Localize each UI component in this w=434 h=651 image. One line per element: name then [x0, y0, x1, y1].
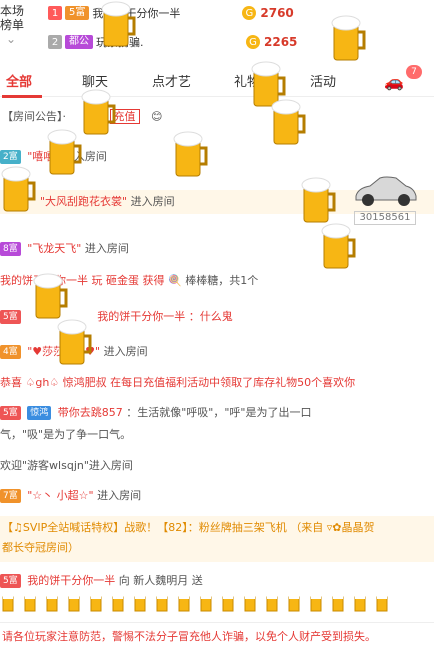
list-item: 【♫SVIP全站喊话特权】战歌！【82】：粉丝牌抽三架飞机 （来自 ▿✿晶晶贺 …	[0, 516, 434, 562]
beer-mug-icon	[81, 89, 116, 135]
tab-activity[interactable]: 活动	[310, 71, 336, 90]
svip-broadcast-2: 都长夺冠房间）	[2, 541, 79, 554]
system-message: 恭喜 ♤gh♤ 惊鸿肥叔 在每日充值福利活动中领取了库存礼物50个喜欢你	[0, 376, 356, 389]
notification-badge: 7	[406, 65, 422, 79]
beer-icon	[2, 595, 14, 612]
level-badge: 7富	[0, 489, 21, 503]
beer-icon	[244, 595, 256, 612]
gift-beer-tray	[0, 594, 434, 620]
level-badge: 4富	[0, 345, 21, 359]
lollipop-icon: 🍭	[168, 274, 182, 287]
tab-talent[interactable]: 点才艺	[152, 71, 191, 90]
message-tabs: 全部 聊天 点才艺 礼物 活动 🚗	[0, 63, 434, 98]
level-badge: 8富	[0, 242, 21, 256]
beer-icon	[68, 595, 80, 612]
message-text: ：什么鬼	[188, 310, 233, 323]
user-name[interactable]: "☆丶 小超☆"	[27, 489, 93, 502]
beer-mug-icon	[1, 166, 36, 212]
level-badge: 5富	[0, 310, 21, 324]
rank-number: 1	[48, 6, 62, 20]
level-badge: 5富	[65, 6, 90, 20]
car-id-label: 30158561	[354, 211, 416, 225]
beer-icon	[134, 595, 146, 612]
car-icon	[355, 176, 417, 206]
message-text: ：生活就像"呼吸"，"呼"是为了出一口	[126, 406, 312, 419]
message-text: 进入房间	[97, 489, 142, 502]
ranking-panel: 本场 榜单 ⌄ 1 5富 我的饼干分你一半 G 2760 2 都公 玩蒙拐骗. …	[0, 0, 434, 58]
level-badge: 5富	[0, 574, 21, 588]
message-text: 进入房间	[103, 345, 148, 358]
announcement-label: 【房间公告】·	[2, 110, 70, 123]
user-name[interactable]: 我的饼干分你一半	[97, 310, 185, 323]
message-text: 欢迎"游客wlsqjn"进入房间	[0, 459, 133, 472]
chevron-down-icon[interactable]: ⌄	[6, 32, 40, 46]
level-badge: 2富	[0, 150, 21, 164]
coin-icon: G	[246, 35, 260, 49]
message-text: 我的饼干分你一半 玩 砸金蛋 获得	[0, 274, 165, 287]
ranking-side-label[interactable]: 本场 榜单 ⌄	[0, 0, 40, 58]
list-item: 7富 "☆丶 小超☆" 进入房间	[0, 487, 434, 503]
message-text: 进入房间	[84, 242, 129, 255]
beer-mug-icon	[301, 177, 336, 223]
smile-icon: 😊	[151, 110, 163, 123]
beer-mug-icon	[47, 129, 82, 175]
ranking-title-line2: 榜单	[0, 18, 25, 32]
beer-icon	[222, 595, 234, 612]
user-name[interactable]: 带你去跳857	[58, 406, 123, 419]
level-badge: 5富	[0, 406, 21, 420]
ranking-row-2[interactable]: 2 都公 玩蒙拐骗. G 2265	[48, 31, 297, 53]
message-text: 进入房间	[130, 195, 175, 208]
beer-icon	[156, 595, 168, 612]
coin-icon: G	[242, 6, 257, 20]
beer-icon	[266, 595, 278, 612]
car-icon[interactable]: 🚗	[384, 72, 404, 91]
beer-mug-icon	[33, 273, 68, 319]
beer-mug-icon	[101, 1, 136, 47]
list-item: 【房间公告】· 充值 😊	[0, 108, 434, 124]
beer-mug-icon	[321, 223, 356, 269]
beer-icon	[332, 595, 344, 612]
user-name[interactable]: "大风刮跑花衣裳"	[40, 195, 127, 208]
list-item: 8富 "飞龙天飞" 进入房间	[0, 240, 434, 256]
beer-icon	[310, 595, 322, 612]
fan-badge: 惊鸿	[27, 406, 52, 420]
svip-broadcast: 【♫SVIP全站喊话特权】战歌！【82】：粉丝牌抽三架飞机 （来自 ▿✿晶晶贺	[2, 521, 375, 534]
user-name[interactable]: "飞龙天飞"	[27, 242, 81, 255]
message-text: 气，"吸"是为了争一口气。	[0, 428, 132, 441]
beer-icon	[24, 595, 36, 612]
active-tab-indicator	[2, 95, 42, 98]
ranking-row-1[interactable]: 1 5富 我的饼干分你一半 G 2760	[48, 2, 294, 24]
list-item: 气，"吸"是为了争一口气。	[0, 426, 434, 442]
security-warning: 请各位玩家注意防范，警惕不法分子冒充他人诈骗，以免个人财产受到损失。	[0, 622, 434, 651]
beer-mug-icon	[173, 131, 208, 177]
ranking-score: 2760	[260, 6, 294, 20]
beer-icon	[46, 595, 58, 612]
tab-all[interactable]: 全部	[6, 71, 32, 90]
rank-number: 2	[48, 35, 62, 49]
beer-icon	[178, 595, 190, 612]
beer-mug-icon	[57, 319, 92, 365]
beer-icon	[354, 595, 366, 612]
beer-mug-icon	[271, 99, 306, 145]
gift-text: 棒棒糖，共1个	[185, 274, 259, 287]
beer-icon	[376, 595, 388, 612]
level-badge: 都公	[65, 35, 93, 49]
beer-icon	[90, 595, 102, 612]
beer-icon	[288, 595, 300, 612]
ranking-score: 2265	[264, 35, 298, 49]
ranking-title-line1: 本场	[0, 4, 25, 18]
list-item: 5富 我的饼干分你一半 向 新人魏明月 送	[0, 572, 434, 588]
list-item: 5富 惊鸿 带你去跳857 ：生活就像"呼吸"，"呼"是为了出一口	[0, 404, 434, 420]
message-text: 向 新人魏明月 送	[118, 574, 203, 587]
beer-icon	[200, 595, 212, 612]
beer-mug-icon	[331, 15, 366, 61]
user-name[interactable]: 我的饼干分你一半	[27, 574, 115, 587]
beer-icon	[112, 595, 124, 612]
list-item: 恭喜 ♤gh♤ 惊鸿肥叔 在每日充值福利活动中领取了库存礼物50个喜欢你	[0, 374, 434, 390]
list-item: 欢迎"游客wlsqjn"进入房间	[0, 457, 434, 473]
